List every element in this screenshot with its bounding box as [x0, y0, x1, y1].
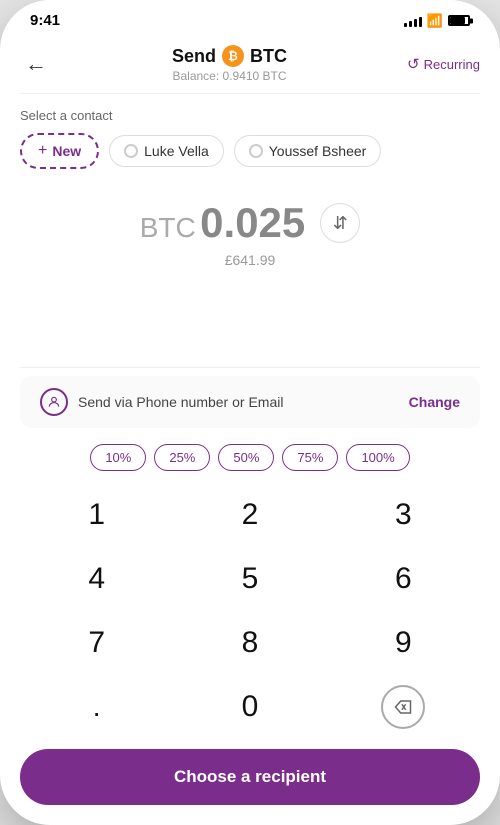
send-method-text: Send via Phone number or Email	[78, 394, 399, 410]
phone-frame: 9:41 📶 ← Send ₿ BTC Balance: 0.9410 BTC	[0, 0, 500, 825]
key-6[interactable]: 6	[327, 547, 480, 611]
amount-currency: BTC	[140, 212, 196, 243]
send-method-row: Send via Phone number or Email Change	[20, 376, 480, 428]
change-link[interactable]: Change	[409, 394, 460, 410]
contact-youssef[interactable]: Youssef Bsheer	[234, 135, 382, 167]
header-balance: Balance: 0.9410 BTC	[172, 69, 287, 83]
fiat-amount: £641.99	[20, 252, 480, 268]
key-0[interactable]: 0	[173, 675, 326, 739]
percent-75[interactable]: 75%	[282, 444, 338, 471]
contact-radio-youssef	[249, 144, 263, 158]
key-dot[interactable]: .	[20, 675, 173, 739]
swap-button[interactable]: ⇵	[320, 203, 360, 243]
new-label: New	[52, 143, 81, 159]
btc-icon: ₿	[222, 45, 244, 67]
recurring-button[interactable]: ↺ Recurring	[407, 55, 480, 73]
cta-section: Choose a recipient	[0, 739, 500, 825]
battery-icon	[448, 15, 470, 26]
percent-50[interactable]: 50%	[218, 444, 274, 471]
contact-name-youssef: Youssef Bsheer	[269, 143, 367, 159]
percent-25[interactable]: 25%	[154, 444, 210, 471]
send-method-icon	[40, 388, 68, 416]
back-button[interactable]: ←	[20, 46, 52, 82]
key-7[interactable]: 7	[20, 611, 173, 675]
amount-row: BTC 0.025 ⇵	[20, 199, 480, 247]
plus-icon: +	[38, 142, 47, 160]
key-3[interactable]: 3	[327, 483, 480, 547]
currency-label: BTC	[250, 46, 287, 67]
status-bar: 9:41 📶	[0, 0, 500, 37]
choose-recipient-button[interactable]: Choose a recipient	[20, 749, 480, 805]
amount-display: BTC 0.025	[140, 199, 306, 247]
contact-luke[interactable]: Luke Vella	[109, 135, 224, 167]
recurring-icon: ↺	[407, 55, 420, 73]
backspace-circle	[381, 685, 425, 729]
amount-section: BTC 0.025 ⇵ £641.99	[0, 179, 500, 367]
key-1[interactable]: 1	[20, 483, 173, 547]
wifi-icon: 📶	[427, 13, 443, 29]
status-icons: 📶	[404, 13, 470, 29]
header: ← Send ₿ BTC Balance: 0.9410 BTC ↺ Recur…	[0, 37, 500, 93]
key-4[interactable]: 4	[20, 547, 173, 611]
key-2[interactable]: 2	[173, 483, 326, 547]
contacts-section: Select a contact + New Luke Vella Yousse…	[0, 94, 500, 179]
key-5[interactable]: 5	[173, 547, 326, 611]
divider-2	[20, 367, 480, 368]
key-8[interactable]: 8	[173, 611, 326, 675]
status-time: 9:41	[30, 12, 60, 29]
percent-10[interactable]: 10%	[90, 444, 146, 471]
header-center: Send ₿ BTC Balance: 0.9410 BTC	[172, 45, 287, 83]
percent-row: 10% 25% 50% 75% 100%	[0, 436, 500, 483]
new-contact-button[interactable]: + New	[20, 133, 99, 169]
send-label: Send	[172, 46, 216, 67]
contacts-list: + New Luke Vella Youssef Bsheer	[20, 133, 480, 169]
key-backspace[interactable]	[327, 675, 480, 739]
recurring-label: Recurring	[424, 57, 480, 72]
contacts-label: Select a contact	[20, 108, 480, 123]
contact-name-luke: Luke Vella	[144, 143, 209, 159]
header-title: Send ₿ BTC	[172, 45, 287, 67]
percent-100[interactable]: 100%	[346, 444, 409, 471]
amount-value: 0.025	[200, 199, 305, 246]
signal-icon	[404, 15, 422, 27]
contact-radio-luke	[124, 144, 138, 158]
key-9[interactable]: 9	[327, 611, 480, 675]
keypad: 1 2 3 4 5 6 7 8 9 . 0	[0, 483, 500, 739]
